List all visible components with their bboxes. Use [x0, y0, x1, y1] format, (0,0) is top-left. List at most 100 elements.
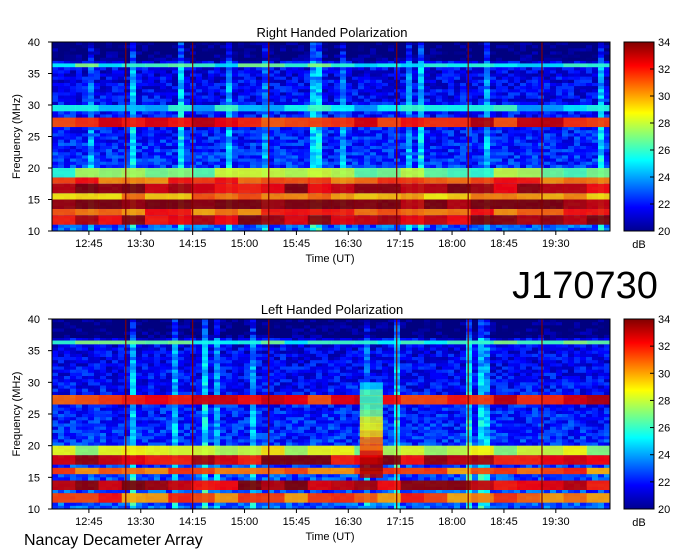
- heatmap-cell: [118, 70, 125, 74]
- heatmap-cell: [286, 42, 293, 46]
- heatmap-cell: [478, 67, 485, 71]
- heatmap-cell: [280, 79, 287, 84]
- heatmap-cell: [214, 73, 221, 78]
- heatmap-cell: [538, 76, 545, 81]
- heatmap-cell: [478, 92, 485, 97]
- heatmap-cell: [64, 42, 71, 46]
- heatmap-cell: [250, 42, 257, 46]
- heatmap-cell: [484, 70, 491, 74]
- heatmap-cell: [364, 142, 371, 147]
- heatmap-cell: [94, 142, 101, 147]
- heatmap-cell: [466, 54, 473, 59]
- heatmap-cell: [412, 139, 419, 144]
- heatmap-cell: [478, 130, 485, 134]
- heatmap-cell: [292, 45, 299, 49]
- heatmap-cell: [52, 164, 59, 169]
- heatmap-cell: [424, 114, 431, 119]
- heatmap-cell: [502, 139, 509, 144]
- heatmap-cell: [382, 158, 389, 163]
- heatmap-cell: [196, 51, 203, 56]
- heatmap-cell: [148, 98, 155, 103]
- heatmap-cell: [352, 73, 359, 78]
- heatmap-cell: [388, 224, 395, 229]
- heatmap-cell: [196, 161, 203, 166]
- heatmap-cell: [508, 73, 515, 78]
- heatmap-cell: [430, 98, 437, 103]
- heatmap-cell: [286, 98, 293, 103]
- heatmap-cell: [544, 224, 551, 229]
- heatmap-cell: [532, 101, 539, 106]
- heatmap-cell: [460, 136, 467, 141]
- heatmap-cell: [196, 130, 203, 134]
- heatmap-cell: [148, 45, 155, 49]
- heatmap-cell: [472, 164, 479, 169]
- dynamic-spectrum-figure: Right Handed Polarization 10152025303540…: [11, 25, 670, 549]
- heatmap-cell: [508, 130, 515, 134]
- heatmap-cell: [262, 114, 269, 119]
- heatmap-cell: [166, 92, 173, 97]
- heatmap-cell: [310, 155, 317, 160]
- heatmap-cell: [388, 133, 395, 137]
- heatmap-cell: [274, 111, 281, 115]
- heatmap-cell: [250, 139, 257, 144]
- heatmap-cell: [352, 224, 359, 229]
- heatmap-cell: [238, 142, 245, 147]
- heatmap-cell: [358, 158, 365, 163]
- heatmap-cell: [424, 67, 431, 71]
- heatmap-cell: [154, 82, 161, 87]
- heatmap-cell: [436, 67, 443, 71]
- heatmap-cell: [232, 152, 239, 156]
- heatmap-cell: [466, 161, 473, 166]
- heatmap-cell: [202, 133, 209, 137]
- heatmap-cell: [382, 42, 389, 46]
- heatmap-cell: [514, 42, 521, 46]
- heatmap-cell: [526, 76, 533, 81]
- heatmap-cell: [388, 54, 395, 59]
- heatmap-cell: [232, 158, 239, 163]
- heatmap-cell: [142, 42, 149, 46]
- heatmap-cell: [238, 127, 245, 131]
- heatmap-cell: [82, 82, 89, 87]
- heatmap-cell: [448, 149, 455, 153]
- heatmap-cell: [52, 79, 59, 84]
- heatmap-cell: [466, 98, 473, 103]
- heatmap-cell: [484, 95, 491, 100]
- heatmap-cell: [286, 158, 293, 163]
- heatmap-cell: [340, 130, 347, 134]
- heatmap-cell: [334, 161, 341, 166]
- heatmap-cell: [370, 142, 377, 147]
- heatmap-cell: [316, 89, 323, 93]
- heatmap-cell: [130, 73, 137, 78]
- heatmap-cell: [256, 89, 263, 93]
- heatmap-cell: [172, 82, 179, 87]
- heatmap-cell: [424, 133, 431, 137]
- heatmap-cell: [262, 54, 269, 59]
- heatmap-cell: [250, 98, 257, 103]
- heatmap-cell: [118, 67, 125, 71]
- heatmap-cell: [142, 152, 149, 156]
- heatmap-cell: [58, 142, 65, 147]
- heatmap-cell: [118, 224, 125, 229]
- heatmap-cell: [424, 164, 431, 169]
- heatmap-cell: [502, 114, 509, 119]
- heatmap-cell: [490, 45, 497, 49]
- heatmap-cell: [292, 73, 299, 78]
- heatmap-cell: [376, 92, 383, 97]
- heatmap-cell: [460, 161, 467, 166]
- heatmap-cell: [208, 114, 215, 119]
- heatmap-cell: [244, 114, 251, 119]
- heatmap-cell: [340, 76, 347, 81]
- heatmap-cell: [406, 48, 413, 52]
- heatmap-cell: [238, 70, 245, 74]
- heatmap-cell: [364, 152, 371, 156]
- heatmap-cell: [130, 136, 137, 141]
- heatmap-cell: [292, 76, 299, 81]
- heatmap-cell: [280, 152, 287, 156]
- heatmap-cell: [412, 86, 419, 90]
- heatmap-cell: [388, 161, 395, 166]
- heatmap-cell: [64, 152, 71, 156]
- heatmap-cell: [274, 224, 281, 229]
- heatmap-cell: [82, 114, 89, 119]
- heatmap-cell: [232, 111, 239, 115]
- heatmap-cell: [166, 54, 173, 59]
